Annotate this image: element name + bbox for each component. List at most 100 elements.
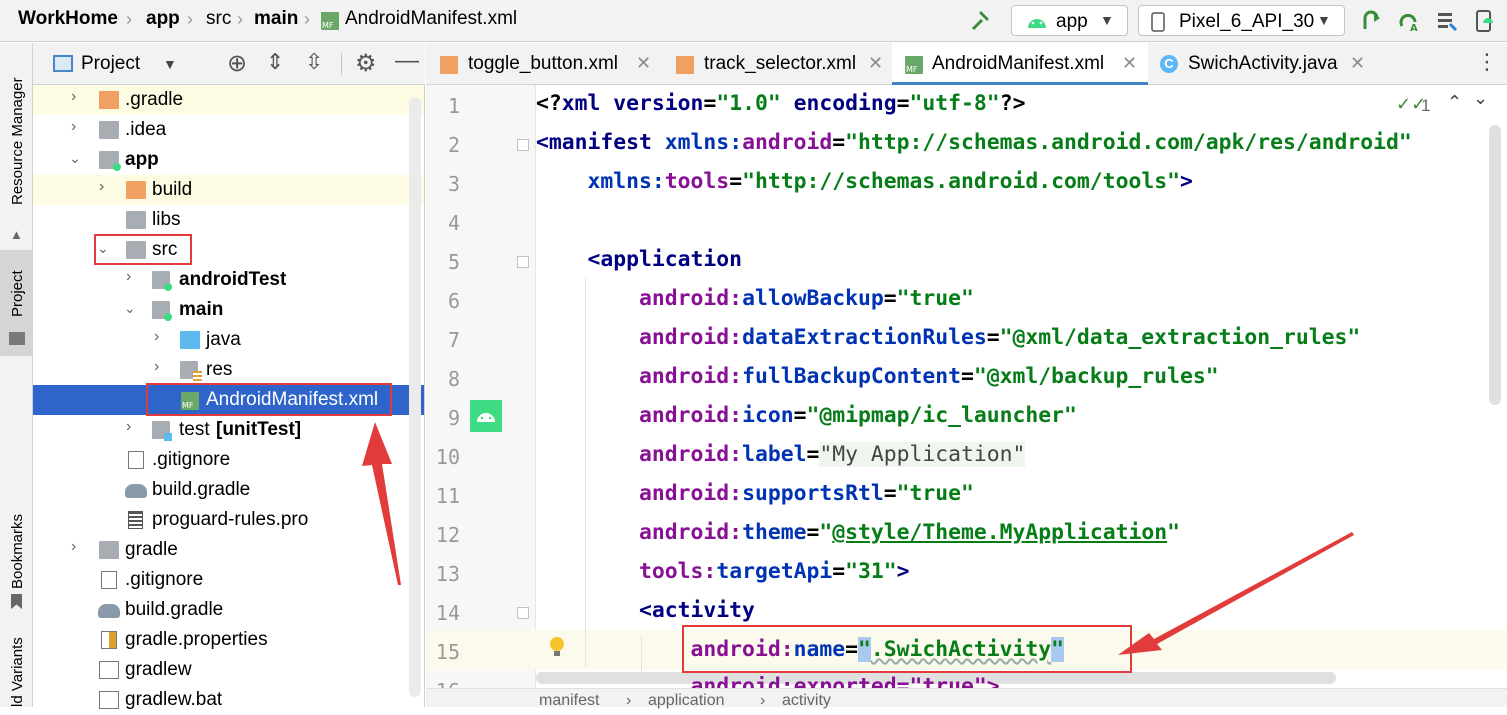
tree-item-gradle-dir[interactable]: › .gradle	[33, 85, 424, 115]
ignore-file-icon	[128, 451, 144, 469]
line-number: 8	[447, 367, 460, 391]
hide-panel-icon[interactable]: —	[395, 47, 419, 75]
device-dropdown[interactable]: Pixel_6_API_30 ▼	[1138, 5, 1345, 36]
fold-marker-icon[interactable]	[517, 607, 529, 619]
tab-label: track_selector.xml	[704, 53, 857, 74]
tree-item-label: java	[206, 329, 241, 350]
svg-text:MF: MF	[906, 65, 918, 74]
build-variants-label: ld Variants	[9, 637, 26, 707]
crumb-file[interactable]: AndroidManifest.xml	[345, 8, 517, 30]
chevron-down-icon[interactable]: ⌄	[124, 300, 136, 316]
chevron-up-icon[interactable]: ⌃	[1447, 92, 1462, 113]
tree-item-build[interactable]: › build	[33, 175, 424, 205]
expand-all-icon[interactable]: ⇕	[266, 49, 284, 75]
manifest-file-icon: MF	[321, 12, 339, 30]
bookmarks-tab[interactable]: Bookmarks	[0, 463, 33, 613]
crumb-separator: ›	[126, 9, 132, 29]
project-view-selector[interactable]: Project	[81, 53, 140, 75]
tree-item-gitignore-root[interactable]: .gitignore	[33, 565, 424, 595]
tree-item-java[interactable]: › java	[33, 325, 424, 355]
tree-item-suffix: [unitTest]	[216, 419, 302, 440]
tree-item-app[interactable]: ⌄ app	[33, 145, 424, 175]
tree-item-androidtest[interactable]: › androidTest	[33, 265, 424, 295]
close-icon[interactable]: ✕	[636, 53, 651, 74]
tab-swichactivity[interactable]: C SwichActivity.java ✕	[1148, 43, 1378, 84]
annotation-box-activity-name	[682, 625, 1132, 673]
line-number: 5	[447, 250, 460, 274]
project-tab[interactable]: Project	[0, 250, 32, 356]
chevron-right-icon[interactable]: ›	[71, 538, 83, 555]
code-line: <?xml version="1.0" encoding="utf-8"?>	[536, 91, 1026, 116]
text-file-icon	[128, 511, 143, 529]
chevron-right-icon[interactable]: ›	[71, 118, 83, 135]
apply-changes-restart-icon[interactable]	[1360, 10, 1382, 32]
tree-item-res[interactable]: › res	[33, 355, 424, 385]
more-tabs-icon[interactable]: ⋮	[1476, 49, 1498, 75]
hammer-icon[interactable]	[970, 10, 992, 32]
vertical-scrollbar[interactable]	[1489, 125, 1501, 405]
device-manager-icon[interactable]	[1473, 10, 1495, 32]
app-launcher-icon[interactable]	[470, 400, 502, 432]
run-config-label: app	[1056, 11, 1088, 32]
tree-item-gradle[interactable]: › gradle	[33, 535, 424, 565]
tree-item-gitignore-app[interactable]: .gitignore	[33, 445, 424, 475]
tree-item-build-gradle-root[interactable]: build.gradle	[33, 595, 424, 625]
module-dot-icon	[164, 283, 172, 291]
breadcrumb-item[interactable]: application	[648, 692, 725, 710]
module-dot-icon	[164, 313, 172, 321]
build-variants-tab[interactable]: ld Variants	[0, 623, 33, 707]
tree-item-src[interactable]: ⌄ src	[33, 235, 424, 265]
fold-marker-icon[interactable]	[517, 139, 529, 151]
tree-item-main[interactable]: ⌄ main	[33, 295, 424, 325]
breadcrumb-item[interactable]: manifest	[539, 692, 599, 710]
chevron-right-icon[interactable]: ›	[99, 178, 111, 195]
crumb-module[interactable]: app	[146, 8, 180, 30]
line-number: 16	[426, 679, 460, 688]
code-line: android:theme="@style/Theme.MyApplicatio…	[639, 520, 1180, 545]
collapse-all-icon[interactable]: ⇳	[305, 49, 323, 75]
tree-item-gradlew[interactable]: gradlew	[33, 655, 424, 685]
chevron-down-icon[interactable]: ▼	[163, 56, 177, 72]
scrollbar[interactable]	[409, 97, 421, 697]
tab-androidmanifest[interactable]: MF AndroidManifest.xml ✕	[892, 43, 1148, 85]
breadcrumb-item[interactable]: activity	[782, 692, 831, 710]
manifest-file-icon: MF	[905, 56, 923, 74]
tree-item-test[interactable]: › test [unitTest]	[33, 415, 424, 445]
gear-icon[interactable]: ⚙	[355, 49, 377, 78]
tree-item-libs[interactable]: libs	[33, 205, 424, 235]
close-icon[interactable]: ✕	[1350, 53, 1365, 74]
line-number: 11	[435, 484, 460, 508]
tree-item-proguard[interactable]: proguard-rules.pro	[33, 505, 424, 535]
folder-icon	[99, 541, 119, 559]
chevron-right-icon[interactable]: ›	[154, 358, 166, 375]
chevron-down-icon[interactable]: ⌄	[69, 150, 81, 166]
crumb-project[interactable]: WorkHome	[18, 8, 118, 30]
tree-item-idea[interactable]: › .idea	[33, 115, 424, 145]
theme-reference-link[interactable]: @style/Theme.MyApplication	[832, 520, 1167, 545]
tree-item-gradle-properties[interactable]: gradle.properties	[33, 625, 424, 655]
chevron-right-icon[interactable]: ›	[71, 88, 83, 105]
run-config-dropdown[interactable]: app ▼	[1011, 5, 1128, 36]
tab-track-selector[interactable]: track_selector.xml ✕	[662, 43, 892, 84]
crumb-src[interactable]: src	[206, 8, 231, 30]
crumb-main[interactable]: main	[254, 8, 298, 30]
chevron-down-icon: ▼	[1100, 12, 1114, 28]
bookmarks-label: Bookmarks	[9, 513, 26, 589]
resource-manager-tab[interactable]: Resource Manager ▲	[0, 43, 33, 243]
apply-code-changes-icon[interactable]: A	[1398, 10, 1420, 32]
line-number: 12	[435, 523, 460, 547]
locate-file-icon[interactable]: ⊕	[227, 49, 247, 78]
tree-item-label: proguard-rules.pro	[152, 509, 309, 530]
inspection-count: 1	[1421, 96, 1431, 115]
chevron-down-icon[interactable]: ⌄	[1473, 88, 1488, 109]
chevron-right-icon[interactable]: ›	[126, 418, 138, 435]
chevron-right-icon[interactable]: ›	[126, 268, 138, 285]
close-icon[interactable]: ✕	[1122, 53, 1137, 74]
chevron-right-icon[interactable]: ›	[154, 328, 166, 345]
tree-item-gradlew-bat[interactable]: gradlew.bat	[33, 685, 424, 715]
sync-project-icon[interactable]	[1436, 10, 1458, 32]
close-icon[interactable]: ✕	[868, 53, 883, 74]
tab-toggle-button[interactable]: toggle_button.xml ✕	[426, 43, 658, 84]
tree-item-build-gradle-app[interactable]: build.gradle	[33, 475, 424, 505]
fold-marker-icon[interactable]	[517, 256, 529, 268]
